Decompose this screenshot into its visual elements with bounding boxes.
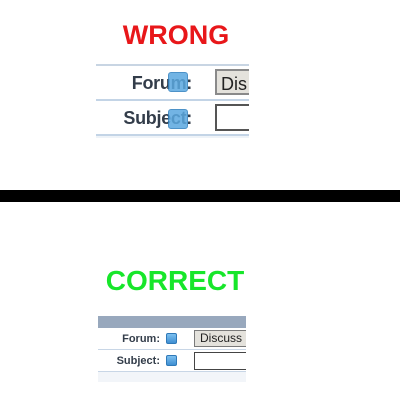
subject-input[interactable] <box>194 352 246 370</box>
subject-input[interactable] <box>215 104 249 131</box>
forum-select[interactable]: Discuss <box>194 330 246 347</box>
section-divider <box>0 190 400 202</box>
wrong-heading: WRONG <box>122 20 230 50</box>
forum-select[interactable]: Dis <box>215 69 249 95</box>
subject-label: Subject: <box>116 355 160 367</box>
subject-row: Subject: <box>98 350 246 372</box>
comparison-page: WRONG Forum: Dis Subject: CORRECT Forum:… <box>0 0 400 400</box>
help-icon[interactable] <box>166 355 177 366</box>
wrong-form: Forum: Dis Subject: <box>96 64 249 138</box>
forum-row: Forum: Dis <box>96 66 249 101</box>
forum-row: Forum: Discuss <box>98 328 246 350</box>
help-icon[interactable] <box>168 109 188 129</box>
subject-row: Subject: <box>96 101 249 136</box>
form-header-bar <box>98 316 246 328</box>
help-icon[interactable] <box>168 72 188 92</box>
help-icon[interactable] <box>166 333 177 344</box>
correct-form: Forum: Discuss Subject: <box>98 316 246 382</box>
correct-heading: CORRECT <box>105 265 245 296</box>
forum-label: Forum: <box>122 333 160 345</box>
